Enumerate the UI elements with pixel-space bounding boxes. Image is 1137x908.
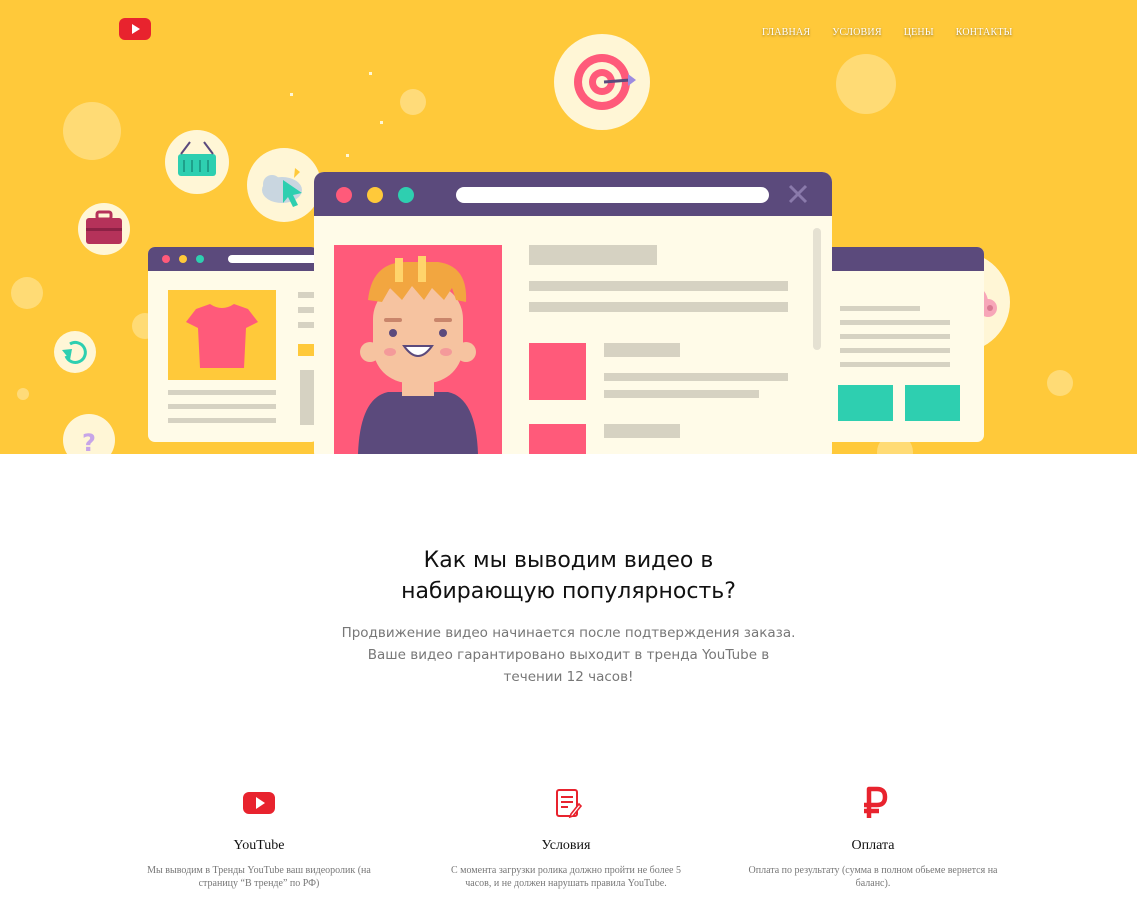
- hero-banner: ? ГЛАВНАЯ УСЛОВИЯ ЦЕНЫ КОНТАКТЫ: [0, 0, 1137, 454]
- briefcase-icon: [78, 203, 130, 255]
- refresh-icon: [54, 331, 96, 373]
- nav-item-prices[interactable]: ЦЕНЫ: [904, 27, 934, 38]
- feature-title: YouTube: [233, 838, 285, 853]
- svg-text:?: ?: [82, 429, 96, 454]
- target-icon: [554, 34, 650, 130]
- feature-description: Мы выводим в Тренды YouTube ваш видеорол…: [134, 864, 384, 890]
- feature-description-line: С момента загрузки ролика должно пройти …: [451, 865, 681, 876]
- feature-conditions: Условия С момента загрузки ролика должно…: [441, 786, 691, 890]
- document-edit-icon: [556, 789, 583, 819]
- section-subtitle: Продвижение видео начинается после подтв…: [0, 622, 1137, 688]
- sparkle: [369, 72, 372, 75]
- question-icon: ?: [63, 414, 115, 454]
- feature-title: Оплата: [851, 838, 895, 853]
- feature-title: Условия: [541, 838, 591, 853]
- main-browser-window: [314, 172, 832, 454]
- nav-item-contacts[interactable]: КОНТАКТЫ: [956, 27, 1013, 38]
- feature-description-line: Мы выводим в Тренды YouTube ваш видеорол…: [147, 865, 371, 876]
- section-title: Как мы выводим видео в набирающую популя…: [0, 545, 1137, 607]
- youtube-logo-icon[interactable]: [119, 18, 151, 40]
- left-browser-window: [148, 247, 318, 442]
- main-nav: ГЛАВНАЯ УСЛОВИЯ ЦЕНЫ КОНТАКТЫ: [762, 27, 1013, 38]
- decor-circle: [17, 388, 29, 400]
- section-title-line: набирающую популярность?: [401, 579, 736, 604]
- section-subtitle-line: течении 12 часов!: [503, 669, 634, 685]
- feature-description: Оплата по результату (сумма в полном обь…: [748, 864, 998, 890]
- basket-icon: [165, 130, 229, 194]
- decor-circle: [836, 54, 896, 114]
- decor-circle: [11, 277, 43, 309]
- feature-description: С момента загрузки ролика должно пройти …: [441, 864, 691, 890]
- feature-description-line: часов, и не должен нарушать правила YouT…: [465, 878, 667, 889]
- nav-item-conditions[interactable]: УСЛОВИЯ: [832, 27, 881, 38]
- features-row: YouTube Мы выводим в Тренды YouTube ваш …: [0, 786, 1137, 896]
- decor-circle: [400, 89, 426, 115]
- section-title-line: Как мы выводим видео в: [423, 548, 714, 573]
- sparkle: [290, 93, 293, 96]
- feature-youtube: YouTube Мы выводим в Тренды YouTube ваш …: [134, 786, 384, 890]
- section-subtitle-line: Продвижение видео начинается после подтв…: [341, 625, 796, 641]
- nav-item-home[interactable]: ГЛАВНАЯ: [762, 27, 810, 38]
- decor-circle: [63, 102, 121, 160]
- right-browser-window: [822, 247, 984, 442]
- sparkle: [346, 154, 349, 157]
- feature-payment: Оплата Оплата по результату (сумма в пол…: [748, 786, 998, 890]
- hero-illustration: ?: [11, 34, 1073, 454]
- feature-description-line: баланс).: [855, 878, 891, 889]
- feature-description-line: Оплата по результату (сумма в полном обь…: [748, 865, 998, 876]
- cursor-cloud-icon: [247, 148, 321, 222]
- sparkle: [380, 121, 383, 124]
- section-subtitle-line: Ваше видео гарантировано выходит в тренд…: [367, 647, 770, 663]
- feature-description-line: страницу “В тренде” по РФ): [198, 878, 320, 889]
- ruble-icon: [864, 786, 888, 818]
- decor-circle: [1047, 370, 1073, 396]
- youtube-icon: [243, 792, 275, 814]
